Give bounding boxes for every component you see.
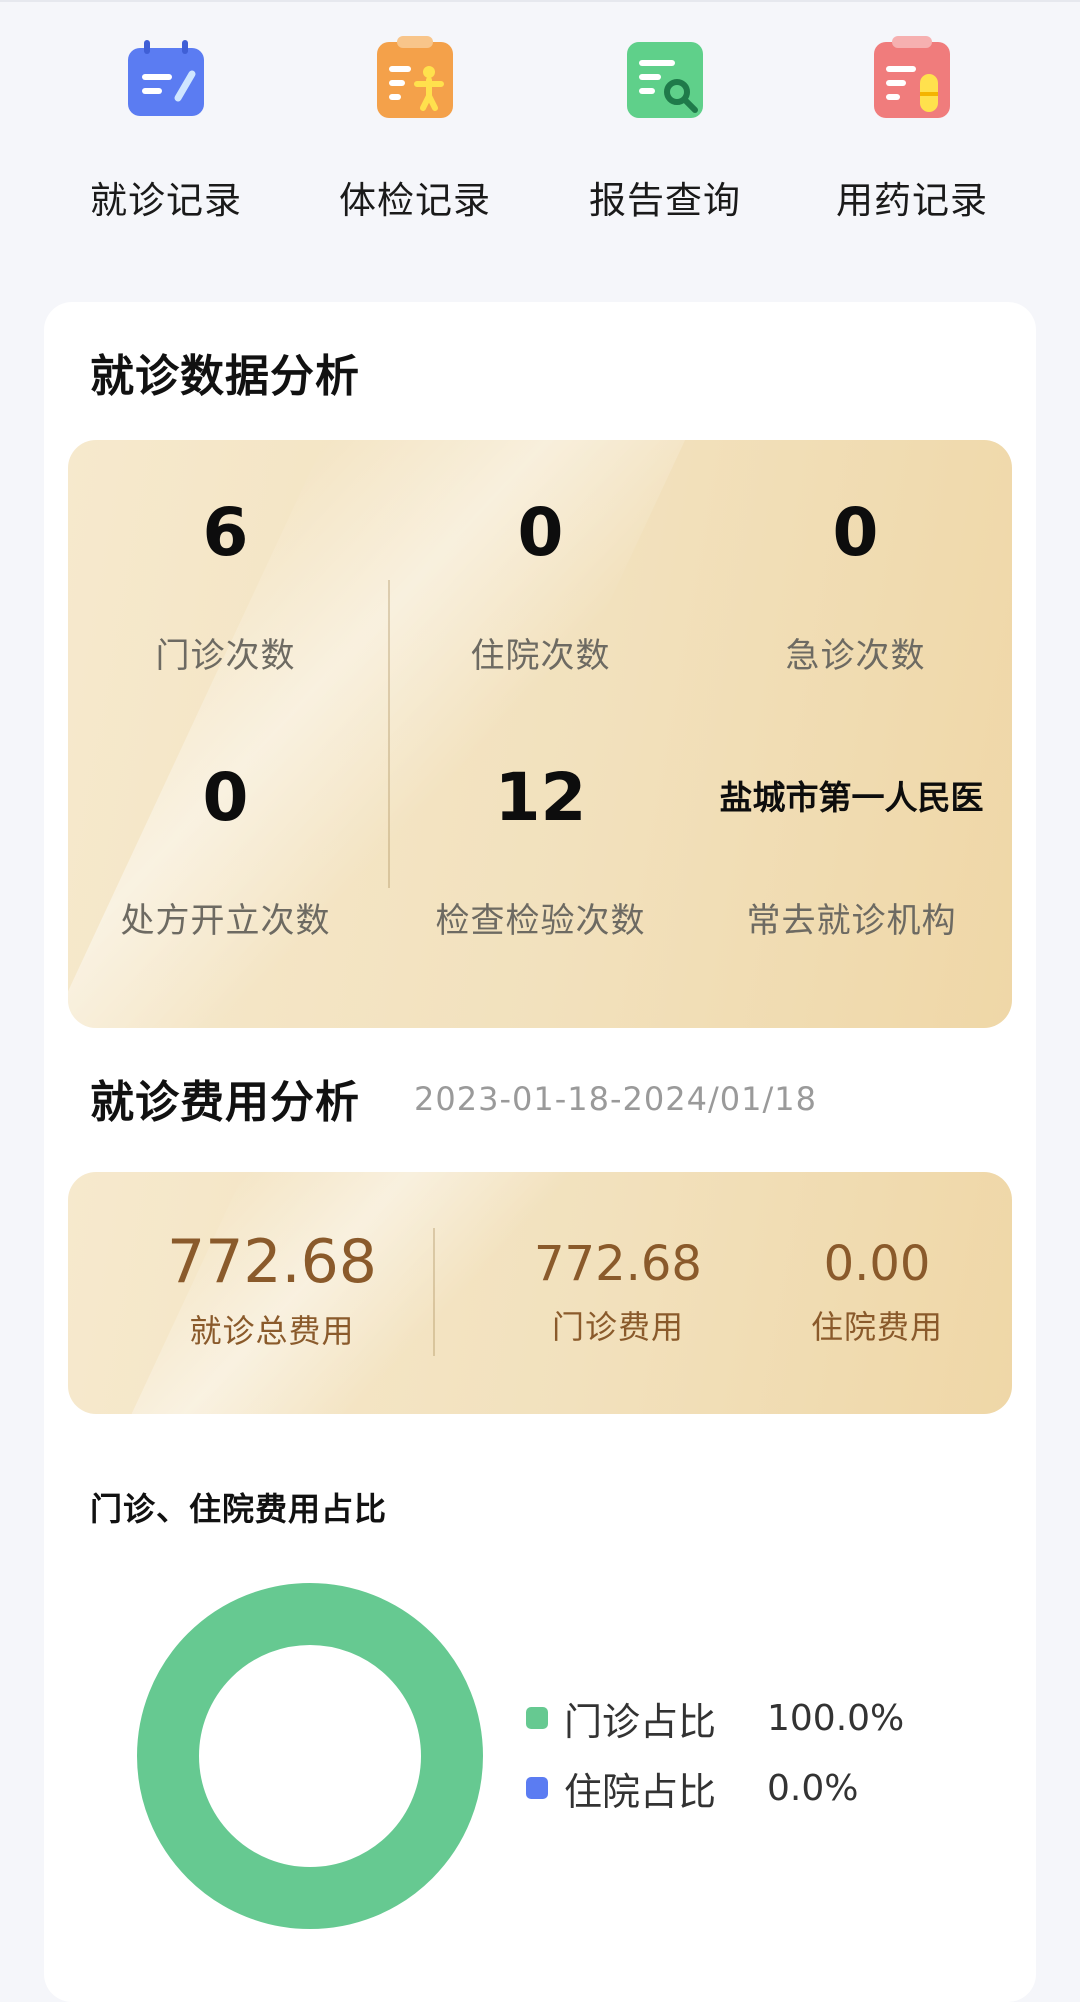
stat-label: 急诊次数 [785, 636, 926, 676]
ratio-title: 门诊、住院费用占比 [90, 1490, 388, 1528]
stat-inpatient-count: 0 住院次数 [383, 500, 698, 677]
fee-outpatient: 772.68 门诊费用 [468, 1240, 768, 1348]
medication-record-button[interactable]: 用药记录 [787, 30, 1037, 240]
stat-label: 住院次数 [470, 636, 611, 676]
fee-total-value: 772.68 [167, 1227, 377, 1297]
legend-outpatient-label: 门诊占比 [564, 1699, 717, 1744]
visit-analysis-title: 就诊数据分析 [90, 351, 360, 402]
fee-divider [433, 1228, 435, 1356]
report-search-label: 报告查询 [589, 179, 741, 222]
fee-inpatient: 0.00 住院费用 [762, 1240, 992, 1348]
ratio-legend: 门诊占比 100.0% 住院占比 0.0% [526, 1683, 946, 1823]
visit-record-icon [116, 30, 216, 130]
fee-total-label: 就诊总费用 [189, 1312, 355, 1350]
visit-stats-panel: 6 门诊次数 0 住院次数 0 急诊次数 0 处方开立次数 12 检查检验次数 … [68, 440, 1012, 1028]
checkup-record-label: 体检记录 [339, 179, 491, 222]
fee-date-range: 2023-01-18-2024/01/18 [414, 1080, 817, 1118]
stat-frequent-hospital: 盐城市第一人民医 常去就诊机构 [694, 765, 1009, 942]
legend-outpatient-swatch [526, 1707, 548, 1729]
stat-value: 0 [517, 494, 564, 571]
fee-inpatient-label: 住院费用 [810, 1308, 943, 1346]
stat-value: 12 [494, 759, 587, 836]
stat-value: 0 [832, 494, 879, 571]
top-border [0, 0, 1080, 2]
stat-prescription-count: 0 处方开立次数 [68, 765, 383, 942]
stat-label: 检查检验次数 [435, 901, 646, 941]
checkup-record-icon [365, 30, 465, 130]
stat-label: 处方开立次数 [120, 901, 331, 941]
checkup-record-button[interactable]: 体检记录 [290, 30, 540, 240]
visit-record-button[interactable]: 就诊记录 [41, 30, 291, 240]
stat-value: 6 [202, 494, 249, 571]
fee-panel: 772.68 就诊总费用 772.68 门诊费用 0.00 住院费用 [68, 1172, 1012, 1414]
medication-record-icon [862, 30, 962, 130]
report-search-icon [615, 30, 715, 130]
stat-value: 0 [202, 759, 249, 836]
legend-inpatient: 住院占比 0.0% [526, 1753, 946, 1823]
stat-label: 门诊次数 [155, 636, 296, 676]
stat-label: 常去就诊机构 [746, 901, 957, 941]
stat-emergency-count: 0 急诊次数 [698, 500, 1012, 677]
stat-value: 盐城市第一人民医 [719, 778, 984, 817]
fee-analysis-title: 就诊费用分析 [90, 1077, 360, 1128]
legend-inpatient-label: 住院占比 [564, 1769, 717, 1814]
medication-record-label: 用药记录 [836, 179, 988, 222]
fee-total: 772.68 就诊总费用 [122, 1232, 422, 1352]
fee-inpatient-value: 0.00 [823, 1236, 931, 1292]
fee-outpatient-label: 门诊费用 [551, 1308, 684, 1346]
stat-exam-count: 12 检查检验次数 [383, 765, 698, 942]
report-search-button[interactable]: 报告查询 [540, 30, 790, 240]
visit-record-label: 就诊记录 [90, 179, 242, 222]
legend-inpatient-value: 0.0% [767, 1767, 859, 1809]
legend-outpatient: 门诊占比 100.0% [526, 1683, 946, 1753]
ratio-donut-chart [137, 1583, 483, 1929]
quick-actions: 就诊记录 体检记录 报告查询 用药记录 [0, 20, 1080, 240]
legend-outpatient-value: 100.0% [767, 1697, 905, 1739]
fee-outpatient-value: 772.68 [534, 1236, 702, 1292]
donut-slice-0 [137, 1583, 483, 1929]
stat-outpatient-count: 6 门诊次数 [68, 500, 383, 677]
legend-inpatient-swatch [526, 1777, 548, 1799]
